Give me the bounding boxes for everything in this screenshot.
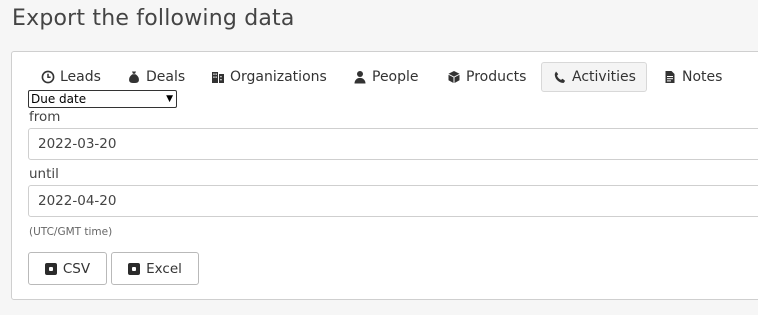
person-icon [352,70,367,85]
page-title: Export the following data [12,6,295,31]
tab-products[interactable]: Products [436,62,536,92]
until-date-value: 2022-04-20 [38,193,117,209]
tab-leads[interactable]: Leads [30,62,111,92]
from-label: from [29,109,61,125]
timezone-note: (UTC/GMT time) [29,226,113,238]
export-panel: Leads Deals Organizations People Product… [11,51,758,300]
tab-label: Activities [572,69,636,85]
tab-label: People [372,69,419,85]
tab-notes[interactable]: Notes [652,62,732,92]
from-date-value: 2022-03-20 [38,136,117,152]
tab-label: Organizations [230,69,327,85]
tab-label: Products [466,69,527,85]
tab-label: Leads [60,69,101,85]
chevron-down-icon: ▼ [166,94,173,104]
from-date-input[interactable]: 2022-03-20 [28,128,758,160]
export-excel-button[interactable]: Excel [111,252,199,285]
tab-people[interactable]: People [342,62,429,92]
until-date-input[interactable]: 2022-04-20 [28,185,758,217]
building-icon [210,70,225,85]
download-icon [128,262,141,275]
date-field-select[interactable]: Due date ▼ [28,90,177,108]
box-icon [446,70,461,85]
phone-icon [552,70,567,85]
tab-label: Deals [146,69,186,85]
money-bag-icon [126,70,141,85]
date-field-value: Due date [31,92,87,106]
tab-deals[interactable]: Deals [116,62,195,92]
clock-icon [40,70,55,85]
tab-organizations[interactable]: Organizations [200,62,337,92]
tab-activities[interactable]: Activities [541,62,647,92]
document-icon [662,70,677,85]
tab-label: Notes [682,69,723,85]
excel-label: Excel [146,260,182,277]
csv-label: CSV [62,260,91,277]
until-label: until [29,166,59,182]
download-icon [44,262,57,275]
export-csv-button[interactable]: CSV [28,252,107,285]
